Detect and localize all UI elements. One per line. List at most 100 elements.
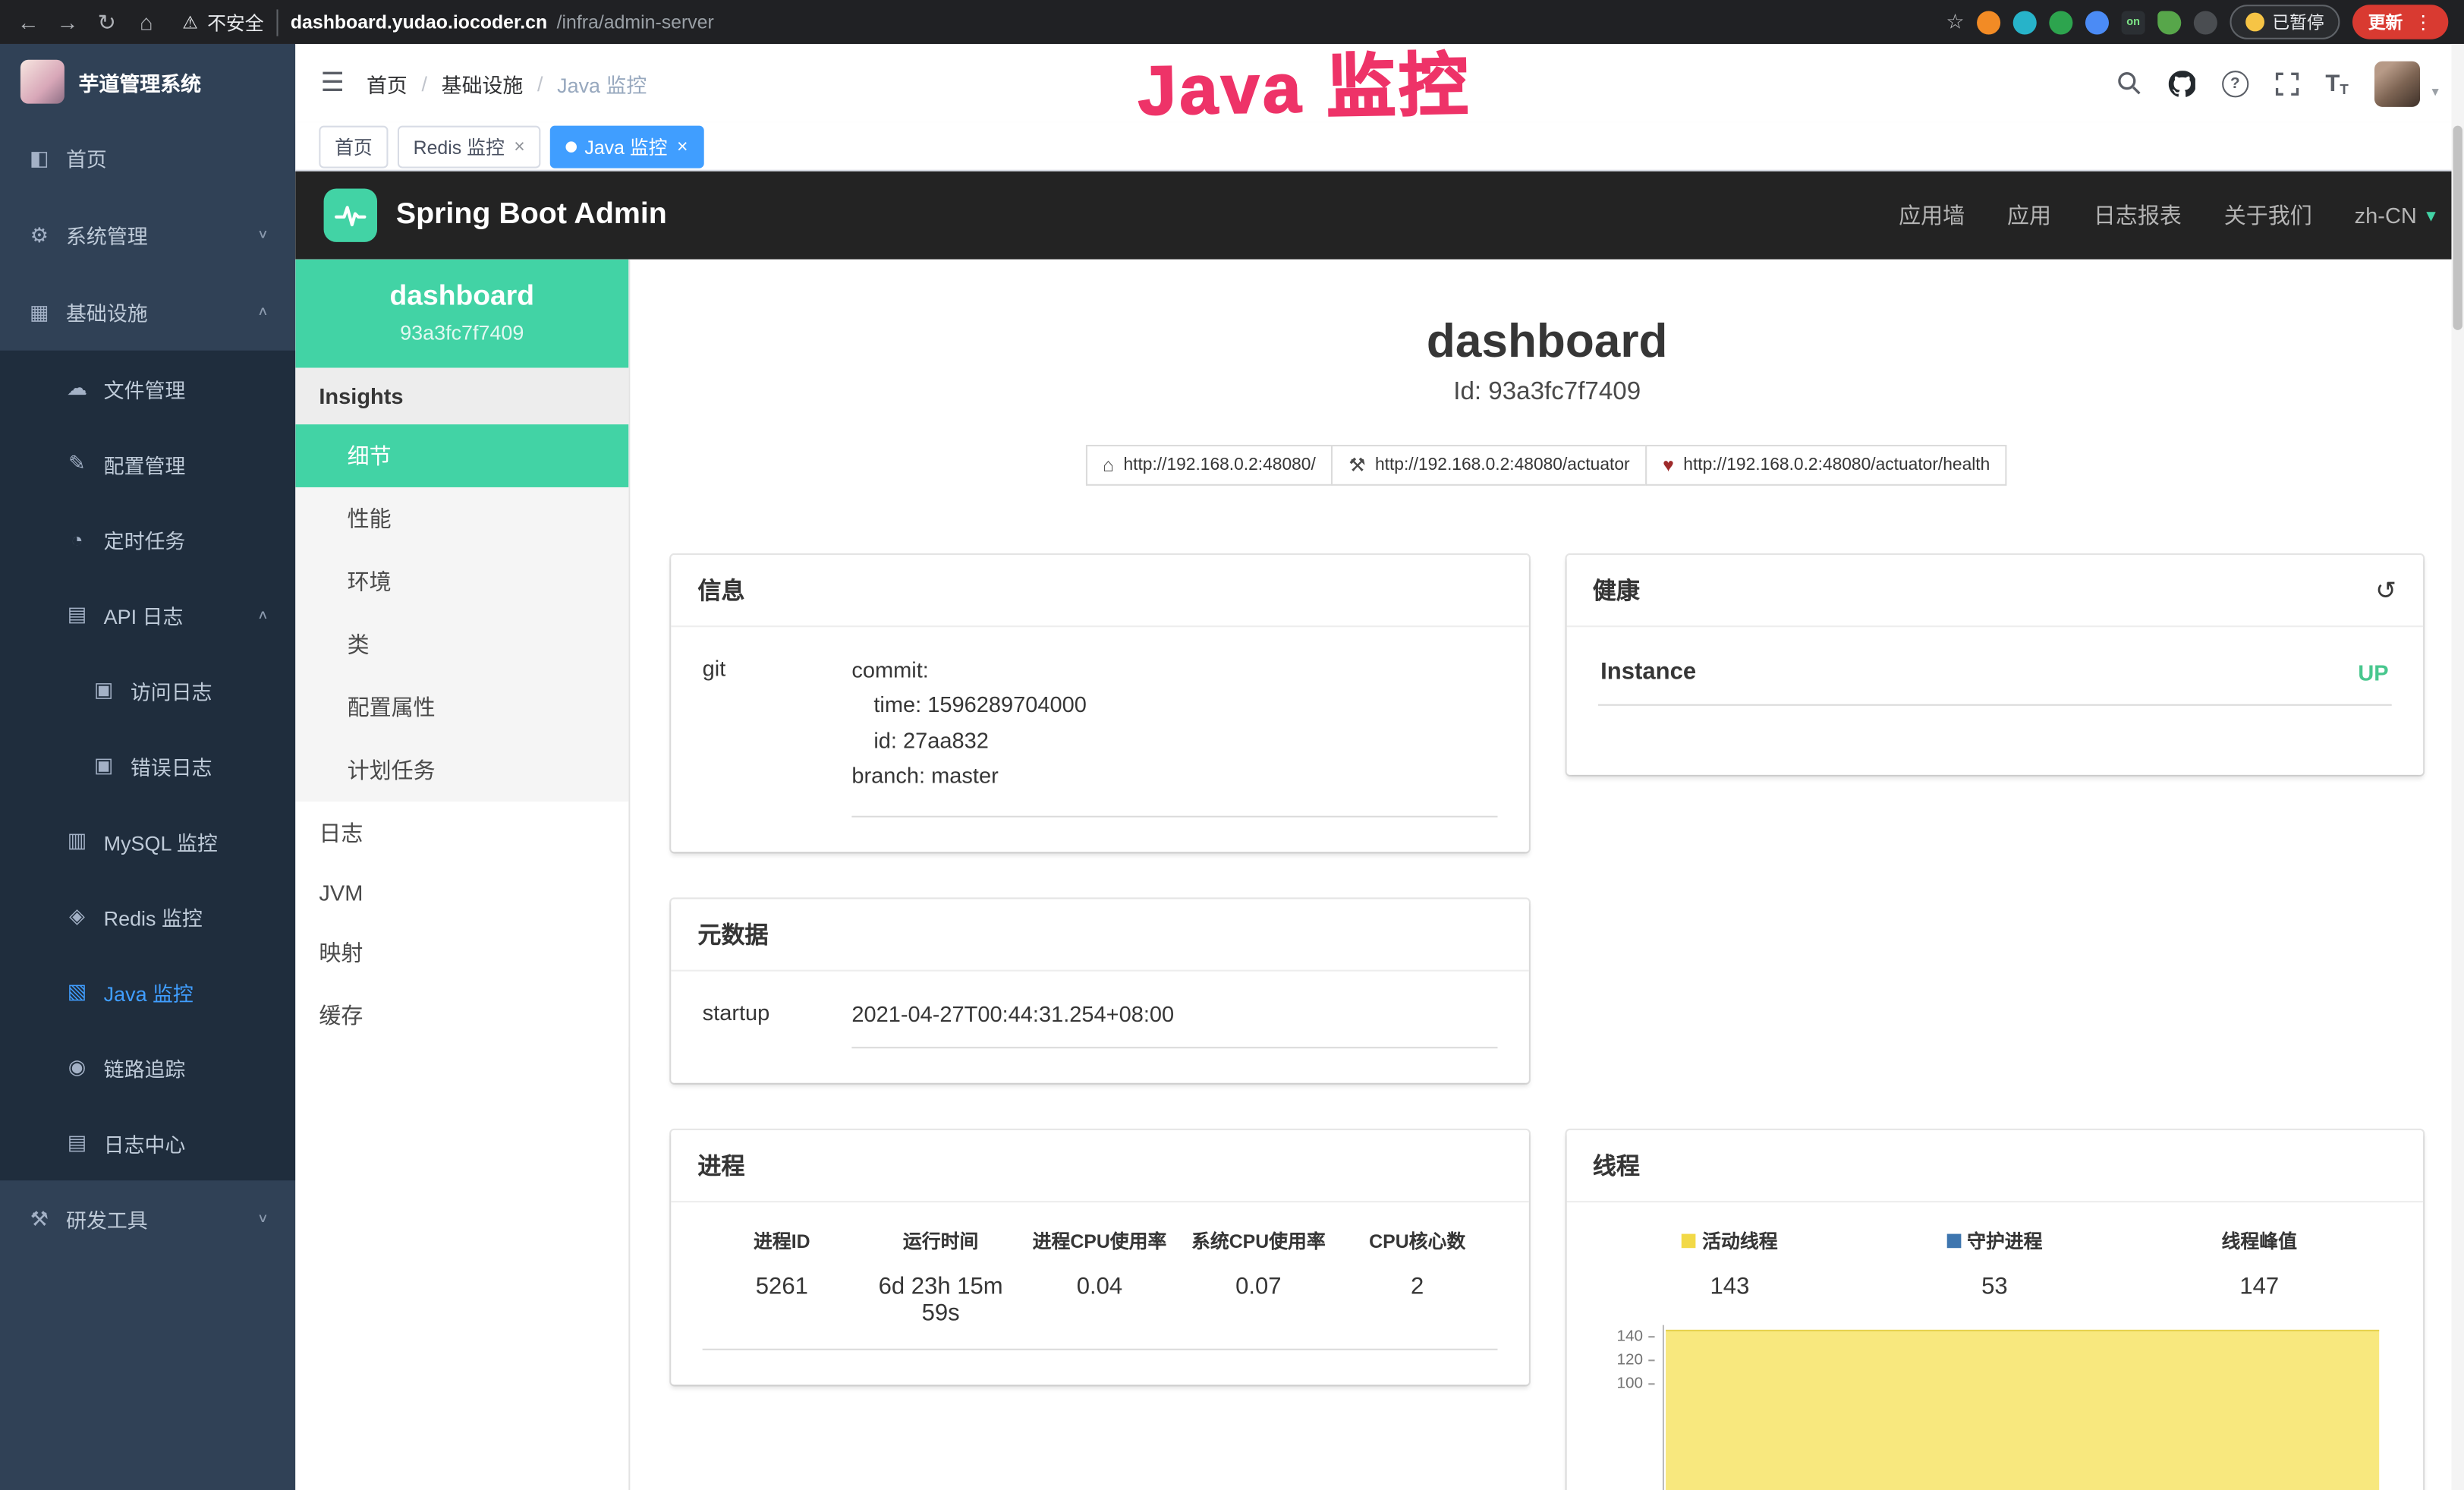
instance-links: ⌂ http://192.168.0.2:48080/ ⚒ http://192…	[630, 445, 2464, 486]
sidebar-item-java-monitor[interactable]: ▧ Java 监控	[0, 954, 295, 1029]
chevron-up-icon: ∧	[257, 305, 269, 319]
extension-icon[interactable]	[2157, 10, 2181, 33]
github-icon[interactable]	[2168, 70, 2195, 96]
sidebar-item-error-log[interactable]: ▣ 错误日志	[0, 728, 295, 803]
update-button[interactable]: 更新 ⋮	[2352, 5, 2448, 39]
kebab-menu-icon[interactable]: ⋮	[2414, 11, 2433, 33]
tab-label: Java 监控	[584, 133, 667, 159]
sba-item-classes[interactable]: 类	[295, 613, 628, 676]
insights-submenu: 细节 性能 环境 类 配置属性 计划任务	[295, 424, 628, 802]
search-icon[interactable]	[2116, 71, 2141, 96]
nav-applications[interactable]: 应用	[2007, 200, 2051, 231]
breadcrumb-infra[interactable]: 基础设施	[442, 68, 524, 98]
sidebar-item-access-log[interactable]: ▣ 访问日志	[0, 652, 295, 727]
stat-process-cpu: 进程CPU使用率 0.04	[1020, 1227, 1179, 1326]
extension-on-badge[interactable]: on	[2122, 10, 2145, 33]
sba-item-details[interactable]: 细节	[295, 424, 628, 487]
sba-item-jvm[interactable]: JVM	[295, 865, 628, 921]
security-label[interactable]: 不安全	[207, 8, 278, 35]
sba-brand[interactable]: Spring Boot Admin	[396, 198, 667, 233]
tab-java-monitor[interactable]: Java 监控 ×	[550, 125, 703, 168]
url-domain: dashboard.yudao.iocoder.cn	[291, 11, 547, 33]
address-bar[interactable]: ⚠ 不安全 dashboard.yudao.iocoder.cn/infra/a…	[182, 8, 1932, 35]
bookmark-star-icon[interactable]: ☆	[1946, 9, 1964, 34]
sba-item-environment[interactable]: 环境	[295, 550, 628, 613]
locale-selector[interactable]: zh-CN ▾	[2355, 203, 2436, 228]
sidebar-item-config[interactable]: ✎ 配置管理	[0, 426, 295, 501]
sba-item-logs[interactable]: 日志	[295, 802, 628, 865]
metadata-key: startup	[703, 996, 852, 1048]
git-commit-line: commit:	[851, 652, 1496, 687]
metadata-card: 元数据 startup 2021-04-27T00:44:31.254+08:0…	[671, 899, 1528, 1083]
stat-peak-threads: 线程峰值 147	[2127, 1227, 2392, 1299]
nav-wall[interactable]: 应用墙	[1899, 200, 1965, 231]
forward-icon[interactable]: →	[55, 0, 80, 44]
sidebar-item-redis[interactable]: ◈ Redis 监控	[0, 879, 295, 954]
sba-item-caches[interactable]: 缓存	[295, 984, 628, 1047]
tab-redis-monitor[interactable]: Redis 监控 ×	[398, 125, 541, 168]
sidebar-item-api-log[interactable]: ▤ API 日志 ∧	[0, 577, 295, 652]
home-icon: ⌂	[1103, 454, 1114, 476]
extension-icon[interactable]	[2194, 10, 2217, 33]
back-icon[interactable]: ←	[16, 0, 41, 44]
cards-grid: 信息 git commit: time: 1596289704000 id: 2…	[630, 486, 2464, 1490]
sidebar-item-label: 定时任务	[104, 524, 186, 554]
nav-about[interactable]: 关于我们	[2224, 200, 2312, 231]
sidebar-item-job[interactable]: ◔ 定时任务	[0, 502, 295, 577]
sidebar-section-insights[interactable]: Insights	[295, 368, 628, 425]
help-icon[interactable]: ?	[2222, 70, 2248, 96]
sidebar-item-infra[interactable]: ▦ 基础设施 ∧	[0, 273, 295, 350]
close-icon[interactable]: ×	[677, 135, 688, 157]
sidebar-item-trace[interactable]: ◉ 链路追踪	[0, 1029, 295, 1104]
tab-home[interactable]: 首页	[319, 125, 388, 168]
sidebar-item-label: 基础设施	[66, 297, 148, 326]
fullscreen-icon[interactable]	[2275, 71, 2299, 95]
extension-icon[interactable]	[1977, 10, 2000, 33]
nav-journal[interactable]: 日志报表	[2094, 200, 2182, 231]
page-scrollbar[interactable]	[2451, 44, 2464, 1490]
process-card: 进程 进程ID 5261 运行时间 6d 23h 15m 59	[671, 1130, 1528, 1384]
extension-icon[interactable]	[2013, 10, 2037, 33]
card-title: 健康 ↺	[1566, 555, 2424, 627]
sidebar-item-devtools[interactable]: ⚒ 研发工具 ∨	[0, 1180, 295, 1257]
font-size-icon[interactable]: TT	[2325, 70, 2348, 96]
hamburger-icon[interactable]: ☰	[320, 68, 345, 99]
sba-item-mappings[interactable]: 映射	[295, 921, 628, 984]
sidebar-item-file[interactable]: ☁ 文件管理	[0, 351, 295, 426]
extension-icon[interactable]	[2049, 10, 2072, 33]
breadcrumb-home[interactable]: 首页	[367, 68, 408, 98]
sidebar-item-label: Java 监控	[104, 977, 194, 1006]
sidebar-item-home[interactable]: ◧ 首页	[0, 119, 295, 196]
sba-item-metrics[interactable]: 性能	[295, 487, 628, 550]
app-logo	[20, 60, 65, 104]
app-logo-row[interactable]: 芋道管理系统	[0, 44, 295, 119]
stat-system-cpu: 系统CPU使用率 0.07	[1179, 1227, 1338, 1326]
app-sidebar: 芋道管理系统 ◧ 首页 ⚙ 系统管理 ∨ ▦ 基础设施 ∧	[0, 44, 295, 1490]
java-monitor-icon: ▧	[65, 979, 90, 1004]
caret-down-icon[interactable]: ▾	[2431, 83, 2438, 106]
sba-item-scheduled-tasks[interactable]: 计划任务	[295, 739, 628, 802]
health-url-link[interactable]: ♥ http://192.168.0.2:48080/actuator/heal…	[1645, 445, 2007, 486]
paused-badge[interactable]: 已暂停	[2230, 5, 2340, 39]
close-icon[interactable]: ×	[514, 135, 525, 157]
sidebar-item-label: 配置管理	[104, 449, 186, 478]
page-title: dashboard	[630, 316, 2464, 369]
home-icon[interactable]: ⌂	[134, 0, 159, 44]
actuator-url-link[interactable]: ⚒ http://192.168.0.2:48080/actuator	[1331, 445, 1647, 486]
user-avatar[interactable]	[2375, 61, 2421, 106]
sidebar-item-system[interactable]: ⚙ 系统管理 ∨	[0, 197, 295, 273]
instance-header[interactable]: dashboard 93a3fc7f7409	[295, 260, 628, 368]
history-icon[interactable]: ↺	[2375, 575, 2396, 606]
scrollbar-thumb[interactable]	[2453, 126, 2462, 330]
health-row[interactable]: Instance UP	[1597, 652, 2392, 705]
threads-chart: 140 120 100	[1597, 1325, 2392, 1490]
extension-icon[interactable]	[2085, 10, 2109, 33]
sidebar-item-mysql[interactable]: ▥ MySQL 监控	[0, 803, 295, 878]
annotation-text: Java 监控	[1137, 29, 1471, 135]
sba-item-configprops[interactable]: 配置属性	[295, 676, 628, 739]
service-url-link[interactable]: ⌂ http://192.168.0.2:48080/	[1085, 445, 1333, 486]
reload-icon[interactable]: ↻	[94, 0, 119, 44]
breadcrumb-separator	[537, 71, 543, 95]
sidebar-item-log-center[interactable]: ▤ 日志中心	[0, 1105, 295, 1180]
sidebar-item-label: 文件管理	[104, 373, 186, 403]
